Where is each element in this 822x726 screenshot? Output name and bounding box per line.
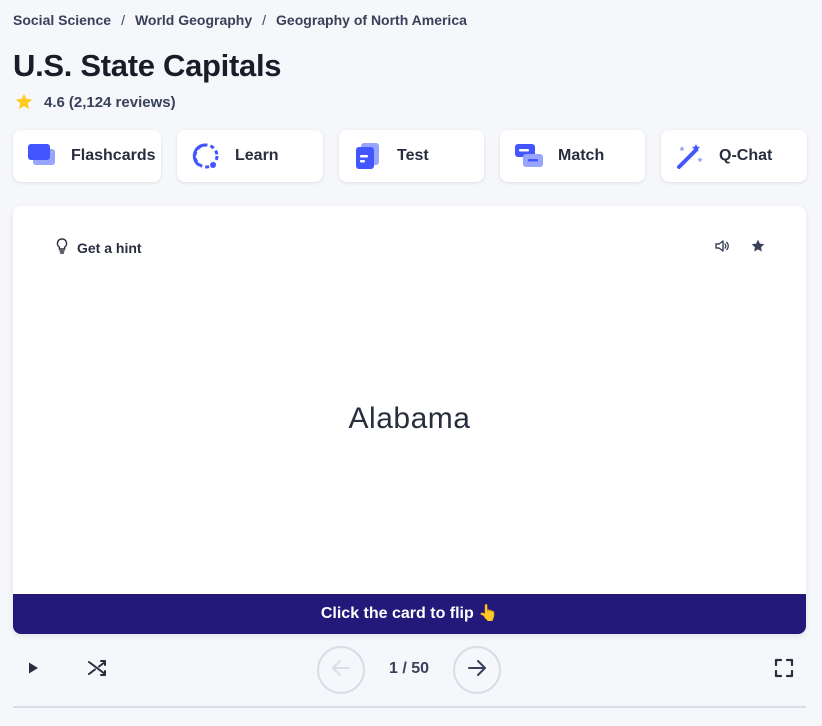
arrow-left-icon xyxy=(329,656,353,685)
star-icon xyxy=(14,92,34,112)
mode-flashcards-button[interactable]: Flashcards xyxy=(13,130,161,182)
breadcrumb-social-science[interactable]: Social Science xyxy=(13,12,111,28)
flashcards-icon xyxy=(27,141,57,171)
mode-match-button[interactable]: Match xyxy=(500,130,645,182)
breadcrumb: Social Science / World Geography / Geogr… xyxy=(13,12,467,28)
rating[interactable]: 4.6 (2,124 reviews) xyxy=(14,92,176,112)
match-icon xyxy=(514,141,544,171)
breadcrumb-geography-of-north-america[interactable]: Geography of North America xyxy=(276,12,467,28)
rating-value: 4.6 xyxy=(44,93,65,111)
get-hint-button[interactable]: Get a hint xyxy=(55,238,142,257)
card-controls: 1 / 50 xyxy=(13,646,806,694)
arrow-right-icon xyxy=(465,656,489,685)
play-button[interactable] xyxy=(21,658,45,682)
mode-label: Q-Chat xyxy=(719,147,773,164)
fullscreen-button[interactable] xyxy=(772,658,796,682)
flip-prompt: Click the card to flip 👆 xyxy=(13,594,806,634)
test-icon xyxy=(353,141,383,171)
mode-test-button[interactable]: Test xyxy=(339,130,484,182)
card-actions xyxy=(714,238,766,254)
shuffle-icon xyxy=(85,656,109,685)
breadcrumb-separator: / xyxy=(262,12,267,28)
mode-learn-button[interactable]: Learn xyxy=(177,130,323,182)
study-modes: Flashcards Learn Test Match Q-Chat xyxy=(13,130,807,182)
hint-label: Get a hint xyxy=(77,239,142,256)
mode-label: Test xyxy=(397,147,429,164)
breadcrumb-world-geography[interactable]: World Geography xyxy=(135,12,252,28)
fullscreen-icon xyxy=(772,656,796,685)
lightbulb-icon xyxy=(55,238,69,257)
star-icon[interactable] xyxy=(750,238,766,254)
mode-q-chat-button[interactable]: Q-Chat xyxy=(661,130,807,182)
divider xyxy=(13,706,806,708)
card-term: Alabama xyxy=(348,402,471,435)
card-counter: 1 / 50 xyxy=(388,660,430,677)
learn-icon xyxy=(191,141,221,171)
q-chat-icon xyxy=(675,141,705,171)
page-title: U.S. State Capitals xyxy=(13,48,282,83)
next-card-button[interactable] xyxy=(453,646,501,694)
flashcard[interactable]: Get a hint Alabama Click the card to fli… xyxy=(13,206,806,634)
mode-label: Flashcards xyxy=(71,147,156,164)
breadcrumb-separator: / xyxy=(121,12,125,28)
previous-card-button[interactable] xyxy=(317,646,365,694)
shuffle-button[interactable] xyxy=(85,658,109,682)
speaker-icon[interactable] xyxy=(714,238,730,254)
mode-label: Match xyxy=(558,147,605,164)
mode-label: Learn xyxy=(235,147,279,164)
play-icon xyxy=(21,656,45,685)
rating-reviews: (2,124 reviews) xyxy=(68,93,176,111)
